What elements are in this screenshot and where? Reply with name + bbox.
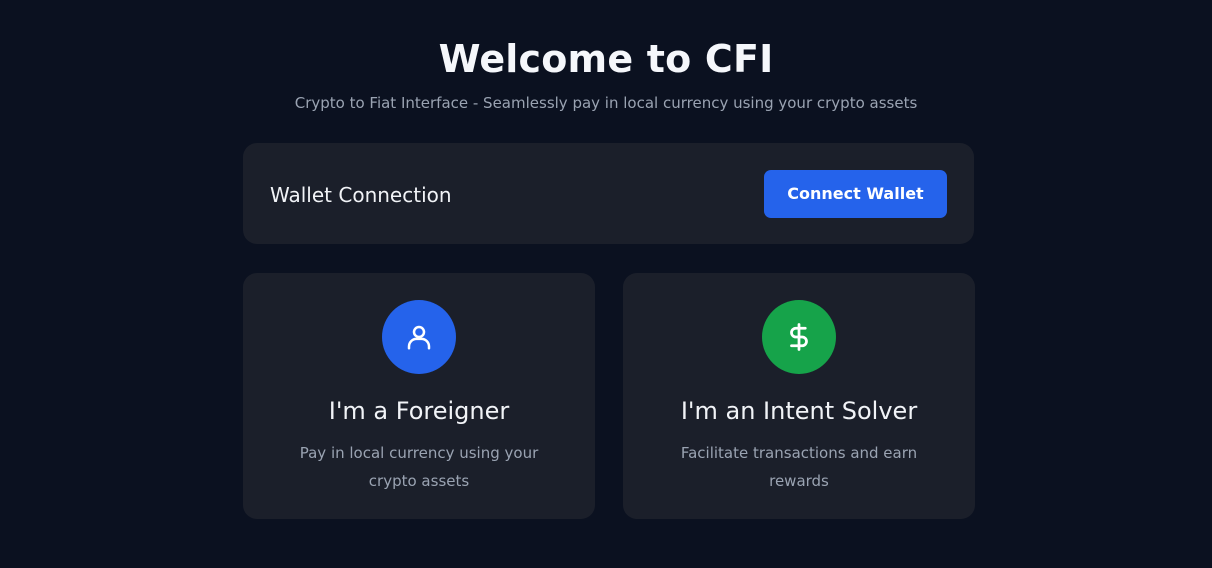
page-title: Welcome to CFI [438, 37, 774, 81]
user-icon [382, 300, 456, 374]
page: Welcome to CFI Crypto to Fiat Interface … [0, 0, 1212, 568]
foreigner-role-card[interactable]: I'm a Foreigner Pay in local currency us… [243, 273, 595, 519]
intent-solver-role-description: Facilitate transactions and earn rewards [680, 444, 918, 490]
intent-solver-role-title: I'm an Intent Solver [680, 397, 918, 425]
intent-solver-role-card[interactable]: I'm an Intent Solver Facilitate transact… [623, 273, 975, 519]
foreigner-role-description: Pay in local currency using your crypto … [299, 444, 539, 490]
dollar-icon [762, 300, 836, 374]
wallet-connection-label: Wallet Connection [270, 183, 452, 207]
wallet-connection-card: Wallet Connection Connect Wallet [243, 143, 974, 244]
page-subtitle: Crypto to Fiat Interface - Seamlessly pa… [294, 94, 918, 112]
foreigner-role-title: I'm a Foreigner [328, 397, 510, 425]
connect-wallet-button[interactable]: Connect Wallet [764, 170, 947, 218]
